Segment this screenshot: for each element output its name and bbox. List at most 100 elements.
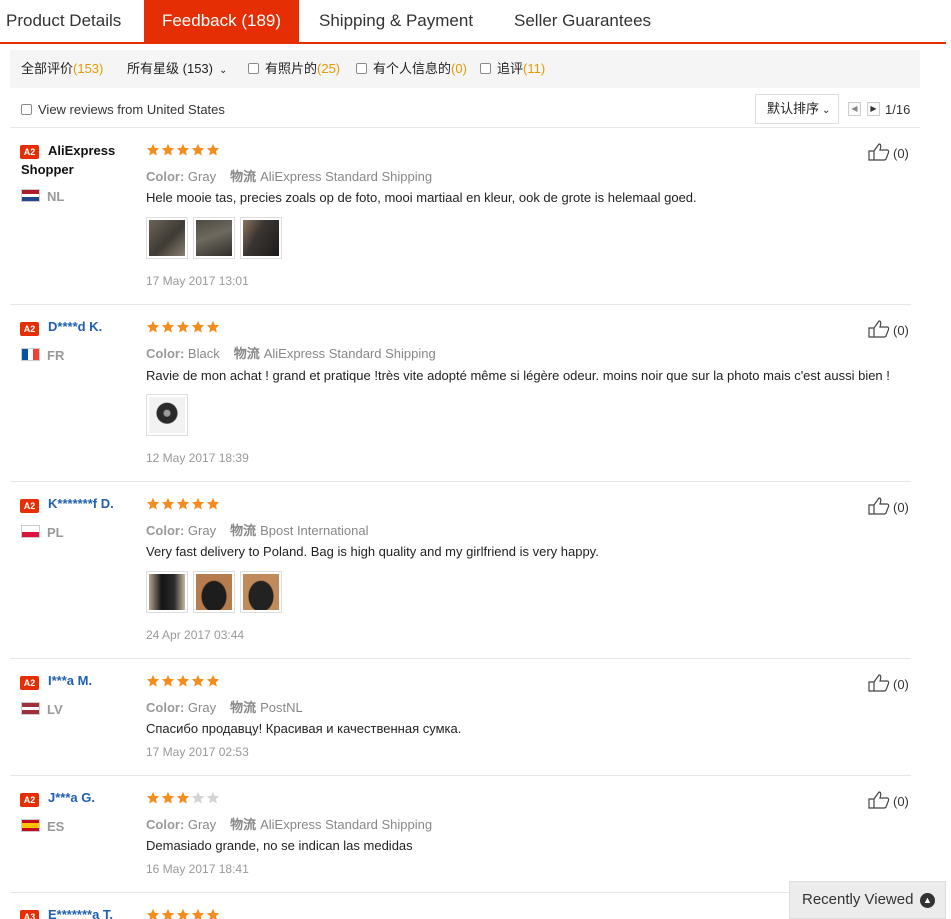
- color-value: Gray: [187, 817, 217, 832]
- thumbs-up-icon: [868, 320, 890, 341]
- helpful-button[interactable]: (0): [868, 791, 909, 812]
- review-photo-thumbnail[interactable]: [240, 571, 282, 613]
- reviewer-country: LV: [47, 702, 63, 717]
- star-filled-icon: [191, 908, 205, 919]
- tab-feedback[interactable]: Feedback (189): [144, 0, 299, 42]
- reviewer-name[interactable]: K*******f D.: [48, 496, 114, 511]
- helpful-button[interactable]: (0): [868, 497, 909, 518]
- reviewer-name[interactable]: E*******a T.: [48, 907, 113, 919]
- star-filled-icon: [146, 143, 160, 157]
- tab-shipping-payment[interactable]: Shipping & Payment: [319, 0, 473, 42]
- caret-right-icon: ▶: [870, 104, 877, 113]
- buyer-level-badge: A3: [20, 910, 39, 919]
- review-item: A2 I***a M. LV Color: Gray 物流 PostNL Спаси…: [10, 659, 911, 776]
- filter-all-count: (153): [73, 61, 104, 76]
- star-rating: [146, 497, 221, 513]
- chevron-down-icon: ⌄: [822, 105, 831, 116]
- helpful-count: (0): [893, 794, 909, 809]
- star-filled-icon: [161, 908, 175, 919]
- review-meta: Color: Gray 物流 Bpost International: [146, 520, 369, 539]
- helpful-button[interactable]: (0): [868, 674, 909, 695]
- filter-star-rating-dropdown[interactable]: 所有星级 (153) ⌄: [127, 50, 227, 88]
- star-filled-icon: [206, 497, 220, 511]
- next-page-button[interactable]: ▶: [867, 102, 880, 116]
- color-value: Gray: [187, 169, 217, 184]
- review-photo-thumbnail[interactable]: [193, 217, 235, 259]
- helpful-button[interactable]: (0): [868, 320, 909, 341]
- filter-additional-reviews[interactable]: 追评(11): [480, 50, 545, 88]
- filter-personal-info[interactable]: 有个人信息的(0): [356, 50, 467, 88]
- thumbs-up-icon: [868, 674, 890, 695]
- filter-stars-label: 所有星级: [127, 61, 180, 76]
- star-filled-icon: [176, 320, 190, 334]
- review-meta: Color: Gray 物流 AliExpress Standard Shippin…: [146, 814, 432, 833]
- tab-seller-guarantees[interactable]: Seller Guarantees: [514, 0, 651, 42]
- buyer-level-badge: A2: [20, 793, 39, 807]
- filter-with-photos[interactable]: 有照片的(25): [248, 50, 340, 88]
- review-photo-thumbnail[interactable]: [146, 571, 188, 613]
- tab-product-details[interactable]: Product Details: [6, 0, 121, 42]
- star-filled-icon: [206, 143, 220, 157]
- shipping-value: PostNL: [260, 700, 303, 715]
- review-photo-thumbnail[interactable]: [146, 217, 188, 259]
- thumbs-up-icon: [868, 143, 890, 164]
- review-item: A2 K*******f D. PL Color: Gray 物流 Bpost In…: [10, 482, 911, 659]
- us-reviews-label: View reviews from United States: [38, 102, 225, 117]
- star-empty-icon: [191, 791, 205, 805]
- star-rating: [146, 320, 221, 336]
- star-filled-icon: [206, 320, 220, 334]
- reviewer-name: AliExpress Shopper: [21, 143, 116, 177]
- shipping-value: Bpost International: [260, 523, 369, 538]
- filter-stars-count: (153): [182, 61, 213, 76]
- personal-info-checkbox[interactable]: [356, 63, 367, 74]
- buyer-level-badge: A2: [20, 499, 39, 513]
- reviewer-name[interactable]: J***a G.: [48, 790, 95, 805]
- reviewer-name[interactable]: D****d K.: [48, 319, 102, 334]
- star-rating: [146, 674, 221, 690]
- page-indicator: 1/16: [885, 102, 911, 117]
- review-date: 12 May 2017 18:39: [146, 451, 249, 465]
- shipping-label: 物流: [230, 817, 257, 832]
- review-text: Demasiado grande, no se indican las medi…: [146, 838, 413, 853]
- filter-all-reviews[interactable]: 全部评价(153): [21, 50, 103, 88]
- filter-personal-label: 有个人信息的: [373, 61, 452, 76]
- chevron-up-circle-icon[interactable]: ▲: [920, 893, 935, 908]
- star-rating: [146, 791, 221, 807]
- photos-checkbox[interactable]: [248, 63, 259, 74]
- flag-lv-icon: [21, 702, 40, 715]
- sort-dropdown[interactable]: 默认排序 ⌄: [755, 94, 839, 124]
- star-rating: [146, 908, 221, 919]
- star-filled-icon: [176, 497, 190, 511]
- star-filled-icon: [191, 497, 205, 511]
- reviewer-name[interactable]: I***a M.: [48, 673, 92, 688]
- us-reviews-checkbox[interactable]: [21, 104, 32, 115]
- flag-pl-icon: [21, 525, 40, 538]
- color-label: Color:: [146, 169, 185, 184]
- helpful-button[interactable]: (0): [868, 143, 909, 164]
- shipping-label: 物流: [233, 346, 260, 361]
- filter-all-label: 全部评价: [21, 61, 74, 76]
- feedback-filter-bar: 全部评价(153) 所有星级 (153) ⌄ 有照片的(25) 有个人信息的(0)…: [10, 50, 920, 88]
- additional-reviews-checkbox[interactable]: [480, 63, 491, 74]
- chevron-down-icon: ⌄: [219, 65, 228, 76]
- star-filled-icon: [176, 143, 190, 157]
- review-meta: Color: Black 物流 AliExpress Standard Shippi…: [146, 343, 436, 362]
- review-photo-thumbnail[interactable]: [193, 571, 235, 613]
- review-text: Hele mooie tas, precies zoals op de foto…: [146, 190, 697, 205]
- recently-viewed-panel[interactable]: Recently Viewed ▲: [789, 881, 946, 919]
- review-item: A2 J***a G. ES Color: Gray 物流 AliExpress S…: [10, 776, 911, 893]
- shipping-value: AliExpress Standard Shipping: [263, 346, 436, 361]
- star-filled-icon: [191, 320, 205, 334]
- filter-photos-count: (25): [317, 61, 341, 76]
- us-reviews-filter[interactable]: View reviews from United States: [21, 102, 225, 117]
- review-photo-thumbnail[interactable]: [240, 217, 282, 259]
- review-date: 17 May 2017 13:01: [146, 274, 249, 288]
- review-meta: Color: Gray 物流 AliExpress Standard Shippin…: [146, 166, 432, 185]
- review-photo-thumbnail[interactable]: [146, 394, 188, 436]
- prev-page-button[interactable]: ◀: [848, 102, 861, 116]
- review-item: A2 D****d K. FR Color: Black 物流 AliExpress…: [10, 305, 911, 482]
- review-text: Very fast delivery to Poland. Bag is hig…: [146, 544, 599, 559]
- review-text: Ravie de mon achat ! grand et pratique !…: [146, 368, 890, 383]
- reviewer-country: ES: [47, 819, 65, 834]
- star-filled-icon: [176, 908, 190, 919]
